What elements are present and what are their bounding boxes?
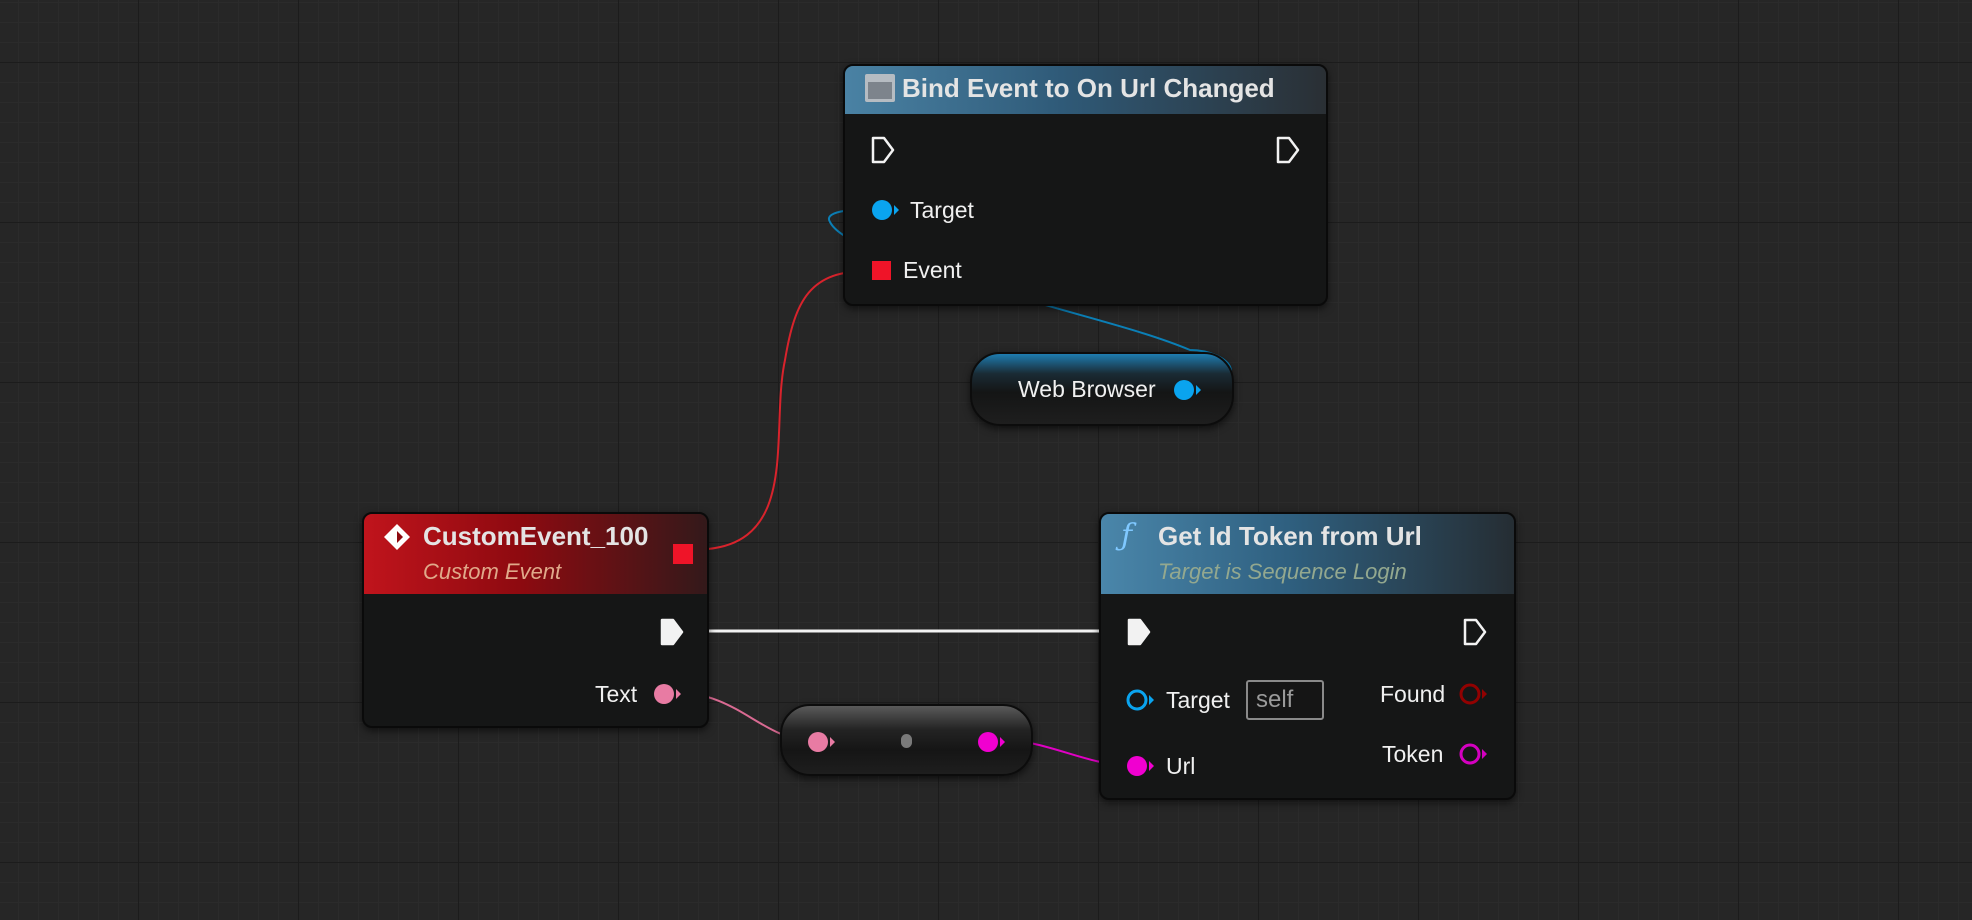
web-browser-variable-node[interactable]: Web Browser <box>970 352 1234 426</box>
get-id-token-node[interactable]: ƒ Get Id Token from Url Target is Sequen… <box>1099 512 1516 800</box>
custom-event-node-title: CustomEvent_100 <box>423 521 649 551</box>
custom-event-node[interactable]: CustomEvent_100 Custom Event Text <box>362 512 709 728</box>
event-delegate-pin[interactable] <box>872 261 891 280</box>
event-pin-label: Event <box>903 257 962 283</box>
exec-in-pin[interactable] <box>1126 617 1152 647</box>
get-id-token-node-subtitle: Target is Sequence Login <box>1158 559 1407 584</box>
delegate-output-pin[interactable] <box>673 544 693 564</box>
exec-out-pin[interactable] <box>1462 617 1488 647</box>
bind-event-node[interactable]: Bind Event to On Url Changed Target Even… <box>843 64 1328 306</box>
window-icon <box>865 74 895 102</box>
text-to-string-conversion-node[interactable] <box>780 704 1033 776</box>
target-pin-label: Target <box>1166 687 1230 713</box>
exec-out-pin[interactable] <box>659 617 685 647</box>
conversion-dot-icon <box>901 734 912 748</box>
target-object-pin[interactable] <box>870 198 900 222</box>
target-pin-label: Target <box>910 197 974 223</box>
token-pin-label: Token <box>1382 741 1444 767</box>
bind-event-node-title: Bind Event to On Url Changed <box>902 73 1275 103</box>
function-icon: ƒ <box>1121 518 1133 553</box>
wire-delegate-event <box>707 269 871 550</box>
conversion-input-pin[interactable] <box>806 730 836 754</box>
get-id-token-node-title: Get Id Token from Url <box>1158 521 1422 551</box>
found-pin-label: Found <box>1380 681 1446 707</box>
url-pin-label: Url <box>1166 753 1196 779</box>
found-output-pin[interactable] <box>1458 682 1488 706</box>
web-browser-output-pin[interactable] <box>1172 378 1202 402</box>
url-input-pin[interactable] <box>1125 754 1155 778</box>
web-browser-label: Web Browser <box>1018 376 1156 402</box>
custom-event-node-subtitle: Custom Event <box>423 559 562 584</box>
token-output-pin[interactable] <box>1458 742 1488 766</box>
target-object-pin[interactable] <box>1125 688 1155 712</box>
exec-out-pin[interactable] <box>1275 135 1301 165</box>
text-pin-label: Text <box>595 681 638 707</box>
exec-in-pin[interactable] <box>870 135 896 165</box>
custom-event-diamond-icon <box>384 524 410 550</box>
conversion-output-pin[interactable] <box>976 730 1006 754</box>
target-self-field[interactable]: self <box>1246 680 1324 720</box>
text-output-pin[interactable] <box>652 682 682 706</box>
